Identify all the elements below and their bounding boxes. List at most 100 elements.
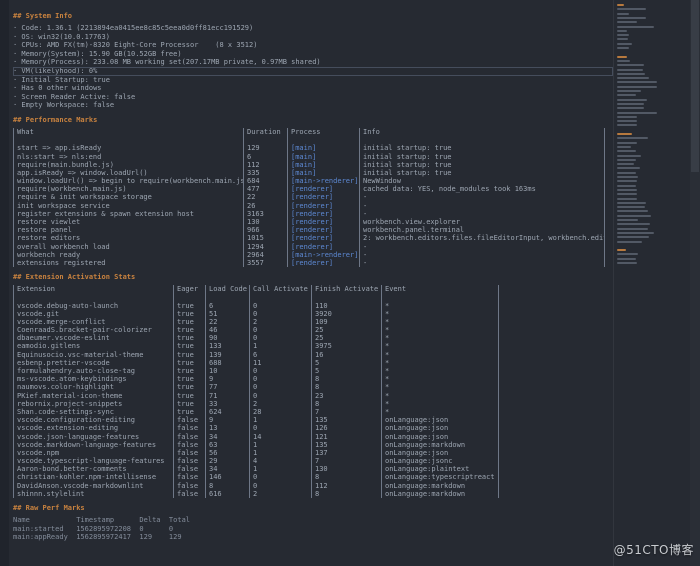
- minimap-line: [617, 98, 647, 101]
- minimap-line: [617, 64, 644, 67]
- table-cell: 3163: [243, 209, 287, 218]
- table-cell: 46: [205, 326, 249, 335]
- table-cell: initial startup: true: [359, 160, 605, 169]
- minimap-line: [617, 201, 646, 204]
- scrollbar-thumb[interactable]: [691, 0, 699, 172]
- table-cell: true: [173, 334, 205, 343]
- table-cell: true: [173, 399, 205, 408]
- table-cell: shinnn.stylelint: [13, 489, 173, 498]
- table-cell: workbench ready: [13, 250, 243, 259]
- system-info-item: · VM(likelyhood): 0%: [13, 66, 613, 76]
- table-cell: 477: [243, 185, 287, 194]
- table-cell: 6: [205, 301, 249, 310]
- table-cell: *: [381, 383, 499, 392]
- table-cell: 63: [205, 440, 249, 449]
- minimap-line: [617, 163, 634, 166]
- table-cell: false: [173, 481, 205, 490]
- minimap-line: [617, 219, 638, 221]
- minimap-line: [617, 180, 637, 183]
- table-row: ms-vscode.atom-keybindings true 9 0 8 *: [13, 375, 613, 384]
- table-cell: Finish Activate: [311, 285, 381, 294]
- table-cell: naumovs.color-highlight: [13, 383, 173, 392]
- table-cell: 9: [205, 416, 249, 425]
- table-cell: 13: [205, 424, 249, 433]
- minimap-line: [617, 133, 632, 135]
- minimap-line: [617, 141, 637, 144]
- table-cell: 146: [205, 473, 249, 482]
- table-cell: [205, 293, 249, 302]
- table-cell: *: [381, 375, 499, 384]
- minimap-line: [617, 193, 637, 196]
- minimap-line: [617, 137, 648, 140]
- table-cell: 139: [205, 350, 249, 359]
- table-cell: 4: [249, 457, 311, 466]
- table-cell: NewWindow: [359, 177, 605, 186]
- system-info-item: · OS: win32(10.0.17763): [13, 32, 110, 41]
- table-cell: restore panel: [13, 226, 243, 235]
- system-info-list: · Code: 1.36.1 (2213894ea0415ee8c85c5eea…: [13, 24, 613, 110]
- minimap[interactable]: [613, 0, 659, 566]
- minimap-line: [617, 38, 628, 41]
- table-row: CoenraadS.bracket-pair-colorizer true 46 0 2…: [13, 326, 613, 335]
- table-cell: init workspace service: [13, 201, 243, 210]
- table-cell: [311, 293, 381, 302]
- table-cell: -: [359, 258, 605, 268]
- table-cell: 22: [205, 317, 249, 327]
- table-cell: PKief.material-icon-theme: [13, 391, 173, 400]
- table-cell: 33: [205, 399, 249, 408]
- table-separator-row: [13, 293, 613, 302]
- table-cell: false: [173, 465, 205, 474]
- table-row: Aaron-bond.better-comments false 34 1 130 onL…: [13, 465, 613, 474]
- minimap-line: [617, 94, 636, 97]
- table-cell: overall workbench load: [13, 242, 243, 251]
- table-cell: onLanguage:markdown: [381, 489, 499, 498]
- vertical-scrollbar[interactable]: [690, 0, 700, 566]
- table-cell: *: [381, 326, 499, 335]
- system-info-item: · Empty Workspace: false: [13, 101, 115, 110]
- table-cell: *: [381, 309, 499, 318]
- table-cell: -: [359, 250, 605, 259]
- table-cell: 7: [311, 457, 381, 466]
- table-cell: 2: workbench.editors.files.fileEditorInp…: [359, 234, 605, 243]
- table-cell: vscode.markdown-language-features: [13, 440, 173, 449]
- minimap-line: [617, 124, 637, 127]
- table-cell: *: [381, 391, 499, 400]
- table-row: window.loadUrl() => begin to require(wor…: [13, 177, 613, 186]
- table-cell: What: [13, 127, 243, 137]
- table-row: shinnn.stylelint false 616 2 8 onLanguage:mar…: [13, 489, 613, 498]
- minimap-line: [617, 120, 637, 123]
- table-cell: 112: [311, 481, 381, 490]
- table-cell: 77: [205, 383, 249, 392]
- minimap-line: [617, 236, 649, 239]
- table-cell: Event: [381, 285, 499, 294]
- table-cell: [243, 136, 287, 145]
- table-cell: true: [173, 391, 205, 400]
- table-cell: true: [173, 301, 205, 310]
- minimap-line: [617, 197, 637, 200]
- minimap-line: [617, 171, 636, 174]
- table-cell: extensions registered: [13, 258, 243, 268]
- minimap-line: [617, 223, 650, 226]
- table-cell: 5: [311, 367, 381, 376]
- table-cell: DavidAnson.vscode-markdownlint: [13, 481, 173, 490]
- table-cell: 2964: [243, 250, 287, 259]
- table-cell: Process: [287, 127, 359, 137]
- minimap-line: [617, 102, 644, 105]
- table-cell: 0: [249, 391, 311, 400]
- table-row: require & init workspace storage 22 [rende…: [13, 193, 613, 202]
- table-cell: 5: [311, 358, 381, 367]
- table-cell: 135: [311, 416, 381, 425]
- minimap-line: [617, 188, 637, 191]
- table-cell: true: [173, 407, 205, 417]
- table-cell: *: [381, 399, 499, 408]
- table-row: vscode.markdown-language-features false 63…: [13, 440, 613, 449]
- minimap-line: [617, 262, 637, 264]
- table-cell: 2: [249, 399, 311, 408]
- minimap-line: [617, 34, 629, 37]
- table-header-row: What Duration Process Info: [13, 127, 613, 137]
- minimap-line: [617, 77, 649, 80]
- table-cell: 130: [311, 465, 381, 474]
- table-cell: require & init workspace storage: [13, 193, 243, 202]
- table-cell: 1015: [243, 234, 287, 243]
- table-cell: onLanguage:jsonc: [381, 457, 499, 466]
